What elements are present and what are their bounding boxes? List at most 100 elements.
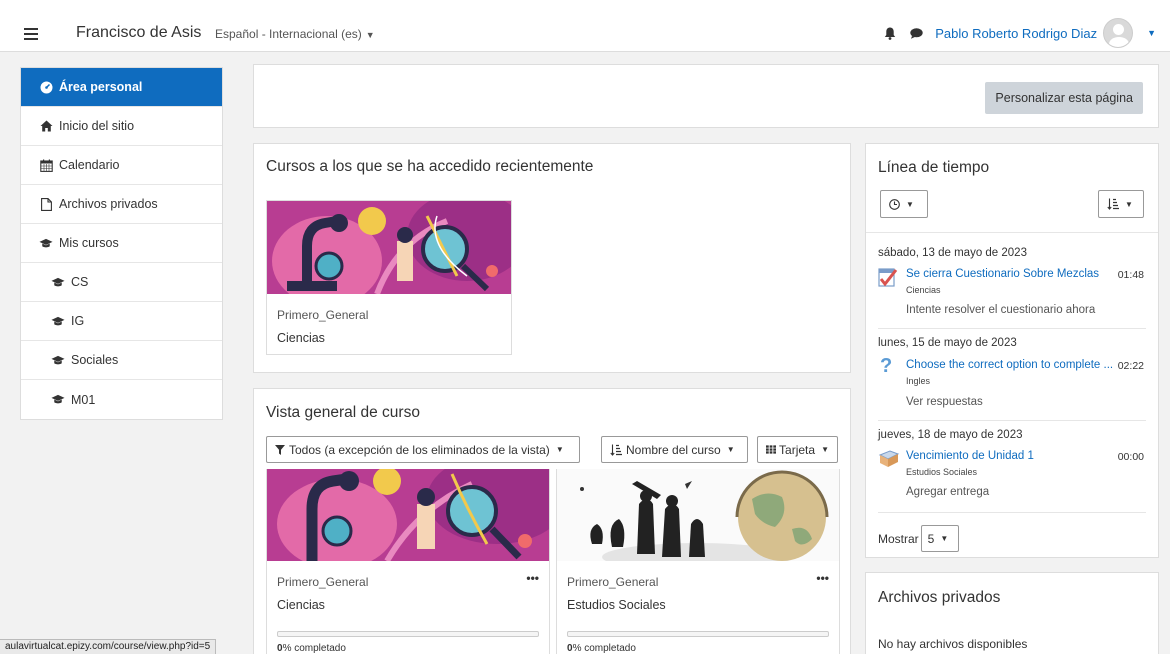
drawer-item-label: Inicio del sitio <box>59 119 135 133</box>
graduation-cap-icon <box>51 353 65 367</box>
navigation-drawer: Área personal Inicio del sitio Calendari… <box>20 67 223 420</box>
drawer-item-inicio[interactable]: Inicio del sitio <box>21 107 222 146</box>
dashboard-icon <box>39 80 53 94</box>
divider <box>878 512 1146 513</box>
progress-suffix: % completado <box>282 643 346 654</box>
recent-course-card[interactable]: Primero_General Ciencias <box>266 200 512 355</box>
course-progress-bar <box>567 631 829 637</box>
drawer-item-ig[interactable]: IG <box>21 302 222 341</box>
chevron-down-icon: ▼ <box>726 445 735 454</box>
drawer-item-cs[interactable]: CS <box>21 263 222 302</box>
timeline-block: Línea de tiempo ▼ ▼ sábado, 13 de mayo d… <box>865 143 1159 558</box>
drawer-item-area-personal[interactable]: Área personal <box>21 68 222 107</box>
drawer-item-label: Sociales <box>71 353 119 367</box>
question-icon: ? <box>880 355 893 377</box>
quiz-icon <box>878 266 898 291</box>
top-navbar: Francisco de Asis Español - Internaciona… <box>0 14 1170 52</box>
course-name[interactable]: Estudios Sociales <box>567 598 666 612</box>
customize-page-button[interactable]: Personalizar esta página <box>985 82 1143 114</box>
course-image-science[interactable] <box>267 201 511 294</box>
graduation-cap-icon <box>51 275 65 289</box>
timeline-event-action[interactable]: Ver respuestas <box>906 396 983 408</box>
more-options-icon[interactable]: ••• <box>816 571 829 585</box>
course-name[interactable]: Ciencias <box>277 598 325 612</box>
timeline-event-link[interactable]: Se cierra Cuestionario Sobre Mezclas <box>906 268 1099 280</box>
user-name[interactable]: Pablo Roberto Rodrigo Diaz <box>935 26 1097 41</box>
course-progress-text: 0% completado <box>277 643 346 654</box>
sort-icon <box>610 444 622 456</box>
hamburger-icon <box>24 28 38 40</box>
timeline-event-time: 00:00 <box>1117 451 1144 463</box>
chevron-down-icon: ▼ <box>1125 199 1133 209</box>
drawer-item-label: M01 <box>71 392 96 407</box>
clock-icon <box>889 198 900 210</box>
graduation-cap-icon <box>39 236 53 250</box>
drawer-item-mis-cursos[interactable]: Mis cursos <box>21 224 222 263</box>
drawer-item-m01[interactable]: M01 <box>21 380 222 419</box>
chat-icon[interactable] <box>909 26 923 40</box>
timeline-date: lunes, 15 de mayo de 2023 <box>878 337 1017 349</box>
drawer-item-sociales[interactable]: Sociales <box>21 341 222 380</box>
timeline-day-filter[interactable]: ▼ <box>880 190 928 218</box>
sort-dropdown[interactable]: Nombre del curso ▼ <box>601 436 748 463</box>
timeline-event-link[interactable]: Choose the correct option to complete ..… <box>906 359 1113 371</box>
drawer-item-label: Calendario <box>59 158 120 172</box>
timeline-title: Línea de tiempo <box>878 159 990 176</box>
chevron-down-icon: ▼ <box>821 445 829 454</box>
drawer-item-calendario[interactable]: Calendario <box>21 146 222 185</box>
divider <box>866 232 1158 233</box>
course-overview-title: Vista general de curso <box>266 404 420 421</box>
course-progress-bar <box>277 631 539 637</box>
private-files-title: Archivos privados <box>878 589 1001 606</box>
graduation-cap-icon <box>51 314 65 328</box>
pagination-control: Mostrar 5 ▼ <box>878 525 959 552</box>
drawer-item-label: Archivos privados <box>59 197 158 211</box>
browser-status-url: aulavirtualcat.epizy.com/course/view.php… <box>0 639 217 654</box>
view-mode-dropdown[interactable]: Tarjeta ▼ <box>757 436 838 463</box>
timeline-event-link[interactable]: Vencimiento de Unidad 1 <box>906 450 1034 462</box>
timeline-sort-filter[interactable]: ▼ <box>1098 190 1144 218</box>
assignment-icon <box>878 449 900 472</box>
sort-label: Nombre del curso <box>626 442 721 457</box>
progress-suffix: % completado <box>572 643 636 654</box>
more-options-icon[interactable]: ••• <box>526 571 539 585</box>
page-size-value: 5 <box>927 531 935 546</box>
drawer-item-archivos-privados[interactable]: Archivos privados <box>21 185 222 224</box>
language-label: Español - Internacional (es) <box>215 27 362 41</box>
course-overview-block: Vista general de curso Todos (a excepció… <box>253 388 851 654</box>
timeline-event-time: 02:22 <box>1117 360 1144 372</box>
timeline-date: sábado, 13 de mayo de 2023 <box>878 247 1027 259</box>
recent-courses-block: Cursos a los que se ha accedido reciente… <box>253 143 851 373</box>
course-image-social-studies[interactable] <box>557 469 839 561</box>
timeline-event-action[interactable]: Intente resolver el cuestionario ahora <box>906 304 1095 316</box>
timeline-event-course: Ciencias <box>906 285 941 295</box>
course-name[interactable]: Ciencias <box>277 331 325 345</box>
menu-toggle-button[interactable] <box>15 23 47 45</box>
language-menu[interactable]: Español - Internacional (es) ▼ <box>215 27 375 41</box>
file-icon <box>39 197 53 211</box>
course-card-ciencias[interactable]: Primero_General ••• Ciencias 0% completa… <box>266 469 550 654</box>
course-category: Primero_General <box>567 575 659 589</box>
course-card-estudios-sociales[interactable]: Primero_General ••• Estudios Sociales 0%… <box>556 469 840 654</box>
show-label: Mostrar <box>878 531 919 546</box>
chevron-down-icon[interactable]: ▼ <box>1147 28 1156 38</box>
chevron-down-icon: ▼ <box>906 199 914 209</box>
chevron-down-icon: ▼ <box>940 534 949 543</box>
course-image-science[interactable] <box>267 469 549 561</box>
page-size-dropdown[interactable]: 5 ▼ <box>920 525 959 552</box>
divider <box>878 328 1146 329</box>
grouping-filter-dropdown[interactable]: Todos (a excepción de los eliminados de … <box>266 436 580 463</box>
top-strip <box>0 0 1170 14</box>
drawer-item-label: Área personal <box>59 80 143 94</box>
drawer-item-label: IG <box>71 314 85 328</box>
chevron-down-icon: ▼ <box>365 30 375 40</box>
graduation-cap-icon <box>51 393 65 407</box>
site-name[interactable]: Francisco de Asis <box>76 24 201 42</box>
bell-icon[interactable] <box>883 26 897 40</box>
avatar[interactable] <box>1103 18 1134 48</box>
private-files-empty: No hay archivos disponibles <box>878 637 1028 651</box>
divider <box>878 420 1146 421</box>
recent-courses-title: Cursos a los que se ha accedido reciente… <box>266 158 594 175</box>
timeline-event-action[interactable]: Agregar entrega <box>906 486 989 498</box>
chevron-down-icon: ▼ <box>555 445 564 454</box>
